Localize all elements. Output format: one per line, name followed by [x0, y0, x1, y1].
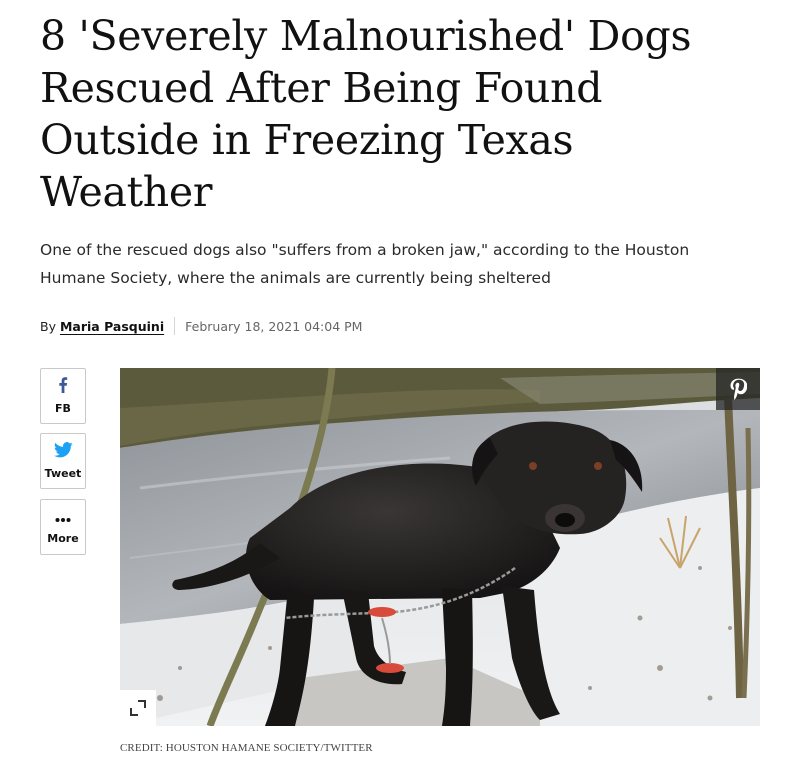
- author-link[interactable]: Maria Pasquini: [60, 319, 164, 334]
- facebook-icon: [58, 377, 68, 398]
- dog-photo-illustration: [120, 368, 760, 726]
- expand-photo-button[interactable]: [120, 690, 156, 726]
- byline-divider: [174, 317, 176, 335]
- byline-prefix: By: [40, 318, 56, 334]
- twitter-bird-icon: [53, 442, 73, 463]
- pinterest-button[interactable]: [716, 368, 760, 410]
- pinterest-icon: [729, 378, 747, 400]
- article-photo: [120, 368, 760, 726]
- share-more-button[interactable]: More: [40, 499, 86, 555]
- expand-icon: [128, 698, 148, 718]
- share-facebook-label: FB: [55, 402, 71, 415]
- publish-date: February 18, 2021 04:04 PM: [185, 318, 363, 334]
- byline: By Maria Pasquini February 18, 2021 04:0…: [40, 316, 362, 336]
- share-facebook-button[interactable]: FB: [40, 368, 86, 424]
- ellipsis-icon: [55, 510, 71, 528]
- article-dek: One of the rescued dogs also "suffers fr…: [40, 241, 690, 287]
- article-headline: 8 'Severely Malnourished' Dogs Rescued A…: [40, 12, 692, 216]
- share-more-label: More: [47, 531, 79, 545]
- share-twitter-button[interactable]: Tweet: [40, 433, 86, 489]
- photo-credit: CREDIT: HOUSTON HAMANE SOCIETY/TWITTER: [120, 742, 373, 754]
- share-twitter-label: Tweet: [44, 467, 82, 480]
